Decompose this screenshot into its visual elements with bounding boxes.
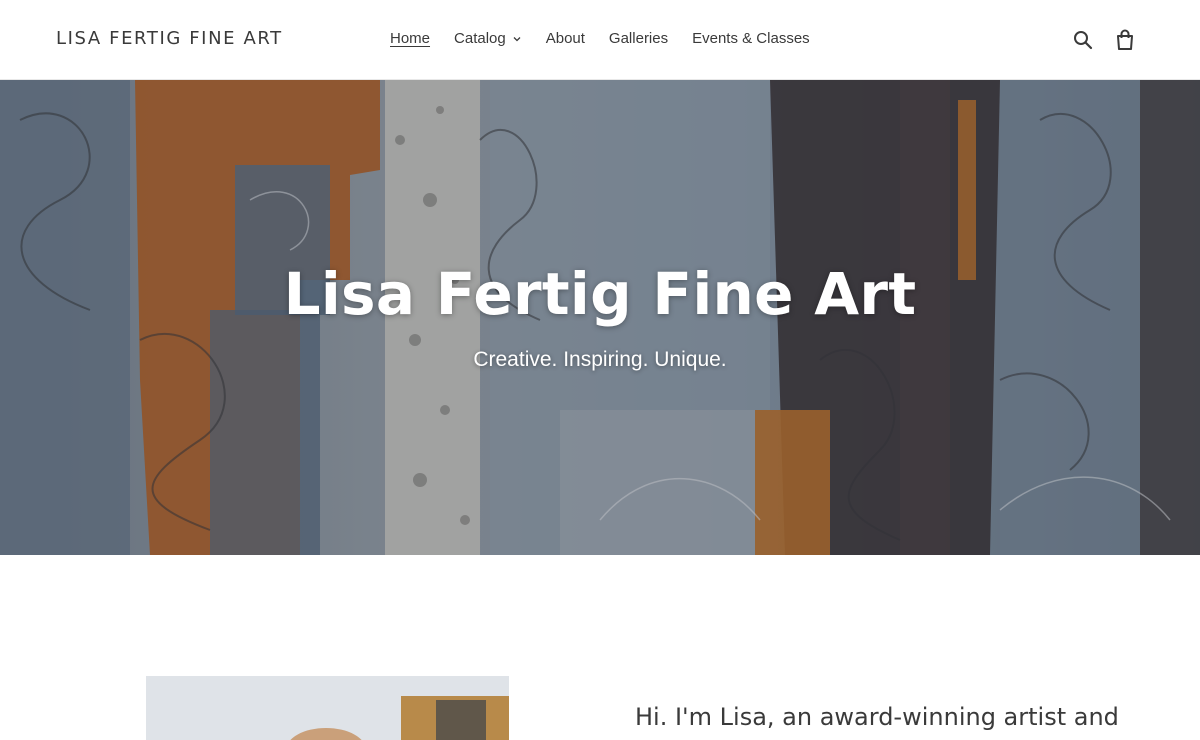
- hero-banner: Lisa Fertig Fine Art Creative. Inspiring…: [0, 80, 1200, 555]
- nav-item-galleries[interactable]: Galleries: [609, 30, 668, 47]
- search-icon: [1074, 31, 1093, 50]
- nav-item-catalog[interactable]: Catalog: [454, 30, 522, 47]
- nav-item-about[interactable]: About: [546, 30, 585, 47]
- nav-item-label: Catalog: [454, 30, 506, 47]
- nav-item-label: About: [545, 30, 585, 47]
- chevron-down-icon: [513, 36, 521, 41]
- hero-title: Lisa Fertig Fine Art: [283, 260, 917, 328]
- nav-item-home[interactable]: Home: [390, 30, 430, 47]
- intro-text: Hi. I'm Lisa, an award-winning artist an…: [635, 703, 1119, 740]
- site-logo[interactable]: LISA FERTIG FINE ART: [56, 28, 283, 49]
- cart-button[interactable]: [1114, 28, 1136, 52]
- hero-subtitle: Creative. Inspiring. Unique.: [473, 348, 727, 371]
- nav-item-events-classes[interactable]: Events & Classes: [692, 30, 810, 47]
- main-nav: Home Catalog About Galleries Events & Cl…: [390, 30, 834, 47]
- artist-photo-image: [146, 676, 509, 740]
- nav-item-label: Home: [390, 30, 431, 47]
- search-button[interactable]: [1072, 28, 1094, 52]
- artist-photo: [146, 676, 509, 740]
- header-icons: [1072, 28, 1136, 52]
- nav-item-label: Events & Classes: [692, 30, 810, 47]
- nav-item-label: Galleries: [608, 30, 669, 47]
- cart-icon: [1117, 29, 1133, 50]
- site-header: LISA FERTIG FINE ART Home Catalog About …: [0, 0, 1200, 80]
